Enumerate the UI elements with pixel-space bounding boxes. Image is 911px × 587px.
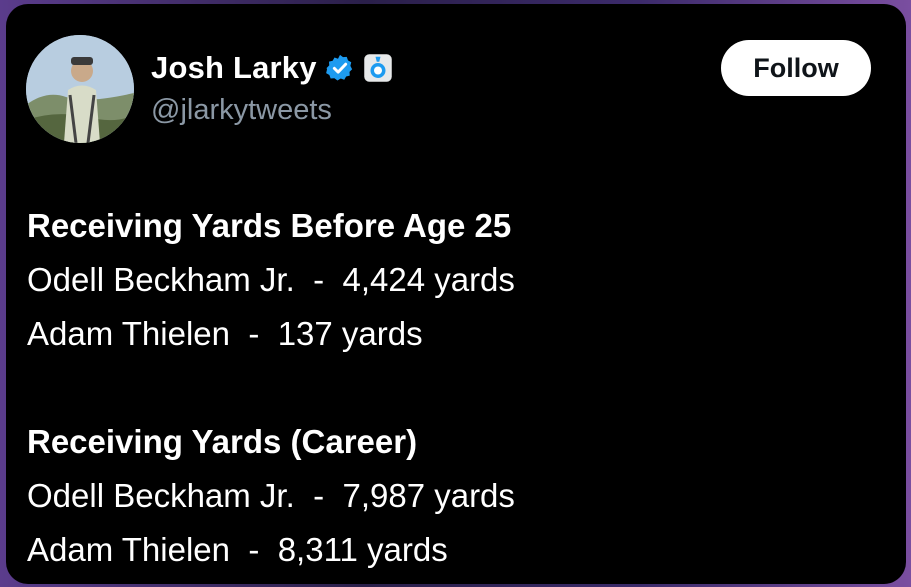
stat-value: 8,311 yards	[277, 531, 448, 568]
stat-row: Adam Thielen - 8,311 yards	[27, 523, 887, 577]
stat-row: Odell Beckham Jr. - 4,424 yards	[27, 253, 887, 307]
author-handle[interactable]: @jlarkytweets	[151, 94, 332, 127]
stat-value: 137 yards	[277, 315, 423, 352]
player-name: Odell Beckham Jr.	[27, 261, 295, 298]
author-name[interactable]: Josh Larky	[151, 50, 317, 86]
separator: -	[313, 261, 325, 298]
separator: -	[248, 531, 260, 568]
player-name: Odell Beckham Jr.	[27, 477, 295, 514]
stat-value: 4,424 yards	[342, 261, 515, 298]
automated-account-icon	[363, 53, 393, 83]
author-row: Josh Larky	[151, 50, 393, 86]
player-name: Adam Thielen	[27, 531, 231, 568]
avatar-image	[26, 35, 134, 143]
stat-row: Odell Beckham Jr. - 7,987 yards	[27, 469, 887, 523]
separator: -	[248, 315, 260, 352]
player-name: Adam Thielen	[27, 315, 231, 352]
separator: -	[313, 477, 325, 514]
stat-row: Adam Thielen - 137 yards	[27, 307, 887, 361]
section-title: Receiving Yards (Career)	[27, 423, 418, 460]
tweet-card: Josh Larky @jlarkytweets Follow Receivin…	[6, 4, 906, 584]
verified-badge-icon	[325, 53, 355, 83]
avatar[interactable]	[26, 35, 134, 143]
follow-button[interactable]: Follow	[721, 40, 871, 96]
tweet-text: Receiving Yards Before Age 25 Odell Beck…	[27, 199, 887, 577]
section-title: Receiving Yards Before Age 25	[27, 207, 512, 244]
stat-value: 7,987 yards	[342, 477, 515, 514]
